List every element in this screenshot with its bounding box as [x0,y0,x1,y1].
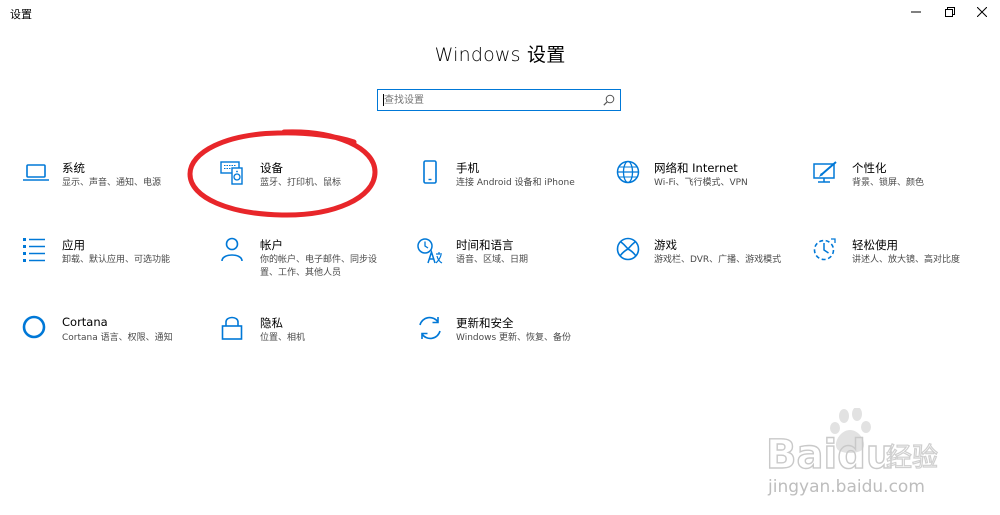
tile-description: Wi-Fi、飞行模式、VPN [654,178,748,188]
restore-icon [945,7,955,17]
page-title: Windows 设置 [434,44,566,66]
tile-system[interactable]: 系统 显示、声音、通知、电源 [22,160,202,210]
tile-time-language[interactable]: 时间和语言 语音、区域、日期 [416,237,596,287]
tile-title: 帐户 [260,238,283,252]
baidu-watermark-logo: Baidu 经验 jingyan.baidu.com [765,408,939,497]
search-input[interactable] [384,92,594,108]
tile-title: 隐私 [260,316,283,330]
minimize-icon [911,11,921,13]
phone-icon [416,160,444,188]
ease-of-access-icon [812,237,840,265]
tile-personalization[interactable]: 个性化 背景、锁屏、颜色 [812,160,992,210]
tile-description: 游戏栏、DVR、广播、游戏模式 [654,255,782,265]
app-title: 设置 [10,8,32,21]
tile-title: 游戏 [654,238,677,252]
tile-title: 应用 [62,238,85,252]
watermark-url: jingyan.baidu.com [767,477,925,497]
watermark-brand: Baidu [766,432,894,478]
tile-description: 卸载、默认应用、可选功能 [62,255,171,265]
tile-phone[interactable]: 手机 连接 Android 设备和 iPhone [416,160,596,210]
tile-description: 连接 Android 设备和 iPhone [456,178,575,188]
tile-description: 讲述人、放大镜、高对比度 [852,255,961,265]
apps-list-icon [22,237,50,265]
lock-icon [220,315,248,343]
laptop-icon [22,160,50,188]
tile-cortana[interactable]: Cortana Cortana 语言、权限、通知 [22,315,202,365]
tile-description: Cortana 语言、权限、通知 [62,333,173,343]
tile-title: 网络和 Internet [654,161,738,175]
tile-description: Windows 更新、恢复、备份 [456,333,572,343]
tile-description: 显示、声音、通知、电源 [62,178,162,188]
tile-title: Cortana [62,315,108,329]
tile-update-security[interactable]: 更新和安全 Windows 更新、恢复、备份 [416,315,596,365]
highlight-annotation-ellipse [187,129,378,218]
tile-title: 个性化 [852,161,887,175]
tile-privacy[interactable]: 隐私 位置、相机 [220,315,400,365]
tile-gaming[interactable]: 游戏 游戏栏、DVR、广播、游戏模式 [614,237,794,287]
tile-title: 时间和语言 [456,238,514,252]
globe-icon [614,160,642,188]
search-icon[interactable] [603,94,615,106]
watermark-brand-cn: 经验 [886,443,938,473]
tile-ease-of-access[interactable]: 轻松使用 讲述人、放大镜、高对比度 [812,237,992,287]
close-icon [977,7,987,17]
cortana-icon [22,315,50,343]
sync-icon [416,315,444,343]
close-button[interactable] [962,0,1000,24]
tile-title: 系统 [62,161,85,175]
tile-title: 更新和安全 [456,316,514,330]
tile-description: 你的帐户、电子邮件、同步设置、工作、其他人员 [260,255,378,278]
tile-description: 背景、锁屏、颜色 [852,178,925,188]
tile-description: 位置、相机 [260,333,306,343]
xbox-icon [614,237,642,265]
tile-title: 轻松使用 [852,238,898,252]
time-language-icon [416,237,444,265]
tile-network[interactable]: 网络和 Internet Wi-Fi、飞行模式、VPN [614,160,794,210]
tile-apps[interactable]: 应用 卸载、默认应用、可选功能 [22,237,202,287]
paint-icon [812,160,840,188]
tile-description: 语音、区域、日期 [456,255,529,265]
search-box[interactable] [377,89,621,111]
tile-accounts[interactable]: 帐户 你的帐户、电子邮件、同步设置、工作、其他人员 [220,237,400,287]
tile-title: 手机 [456,161,479,175]
person-icon [220,237,248,265]
title-bar: 设置 [0,0,1000,26]
